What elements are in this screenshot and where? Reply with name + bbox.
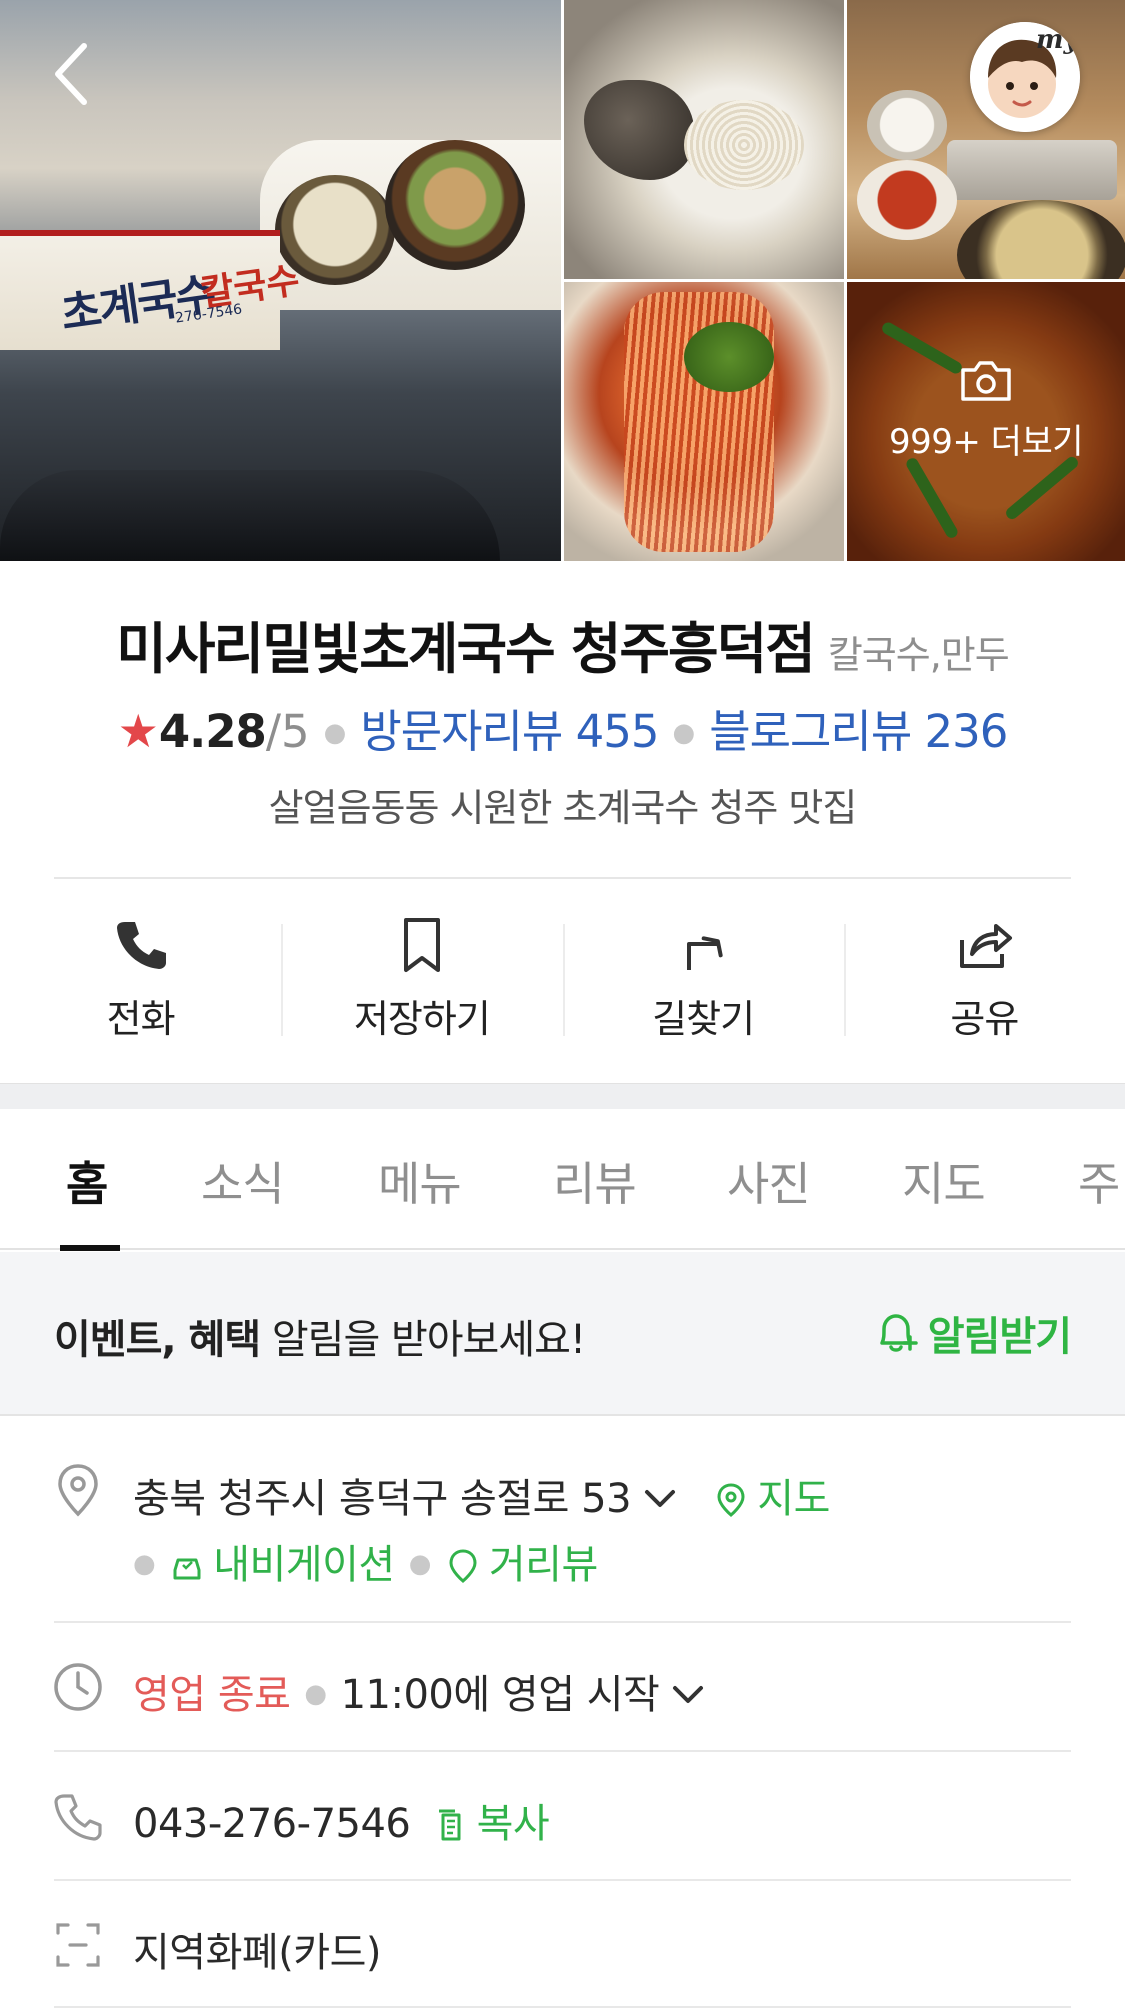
business-status: 영업 종료: [133, 1672, 291, 1718]
opening-time: 11:00에 영업 시작: [340, 1672, 660, 1718]
rice-dish-image: [867, 90, 947, 160]
local-currency-icon: [56, 1923, 100, 1967]
tab-bar: 홈 소식 메뉴 리뷰 사진 지도 주: [0, 1110, 1125, 1250]
rating-score: 4.28: [158, 705, 267, 758]
phone-number[interactable]: 043-276-7546: [133, 1801, 411, 1847]
more-photos-count: 999+: [888, 422, 981, 462]
notice-rest: 알림을 받아보세요!: [260, 1317, 586, 1363]
phone-icon: [116, 922, 166, 969]
copy-label: 복사: [476, 1801, 550, 1847]
my-profile-avatar-icon[interactable]: my: [970, 22, 1080, 132]
copy-button[interactable]: 복사: [433, 1801, 550, 1847]
notice-bold: 이벤트, 혜택: [54, 1317, 261, 1363]
separator-dot: ●: [408, 1549, 432, 1579]
place-name: 미사리밀빛초계국수 청주흥덕점: [116, 617, 816, 681]
greens-image: [684, 322, 774, 392]
photo-gallery: 초계국수 칼국수 276-7546: [0, 0, 1125, 561]
address-text[interactable]: 충북 청주시 흥덕구 송절로 53: [133, 1476, 632, 1522]
call-button[interactable]: 전화: [0, 910, 281, 1050]
separator-dot: ●: [672, 718, 696, 748]
subscribe-alert-button[interactable]: 알림받기: [872, 1304, 1072, 1362]
share-button[interactable]: 공유: [843, 910, 1125, 1050]
more-photos-button[interactable]: 999+ 더보기: [847, 360, 1125, 463]
payment-text: 지역화폐(카드): [133, 1930, 382, 1976]
divider: [54, 1621, 1071, 1623]
star-icon: ★: [117, 704, 159, 758]
tab-menu[interactable]: 메뉴: [378, 1148, 462, 1214]
divider: [54, 877, 1071, 879]
directions-icon: [687, 936, 723, 970]
active-tab-indicator: [60, 1245, 120, 1251]
action-bar: 전화 저장하기 길찾기 공유: [0, 910, 1125, 1050]
divider: [54, 1879, 1071, 1881]
subscribe-label: 알림받기: [927, 1314, 1072, 1360]
place-category: 칼국수,만두: [827, 633, 1010, 677]
navigation-link[interactable]: 내비게이션: [169, 1542, 395, 1588]
street-view-link[interactable]: 거리뷰: [445, 1542, 598, 1588]
kimchi-dish-image: [857, 160, 957, 240]
notification-banner: 이벤트, 혜택 알림을 받아보세요! 알림받기: [0, 1252, 1125, 1416]
separator-dot: ●: [323, 718, 347, 748]
more-photos-label: 더보기: [990, 422, 1084, 462]
bell-plus-icon: [880, 1314, 918, 1352]
directions-button[interactable]: 길찾기: [562, 910, 844, 1050]
share-icon: [960, 924, 1013, 968]
dumpling-tray-image: [947, 140, 1117, 200]
tab-more[interactable]: 주: [1078, 1148, 1120, 1214]
section-gap: [0, 1083, 1125, 1109]
tab-news[interactable]: 소식: [201, 1148, 285, 1214]
noodle-bowl-image: [957, 200, 1125, 279]
street-view-label: 거리뷰: [488, 1542, 598, 1588]
greens-image: [904, 456, 960, 540]
place-description: 살얼음동동 시원한 초계국수 청주 맛집: [268, 786, 858, 830]
phone-outline-icon: [54, 1794, 102, 1841]
separator-dot: ●: [304, 1679, 327, 1709]
separator-dot: ●: [133, 1549, 156, 1579]
banner-bowl-image: [385, 140, 525, 270]
place-header: 미사리밀빛초계국수 청주흥덕점 칼국수,만두: [0, 604, 1125, 684]
chevron-down-icon[interactable]: [669, 1680, 707, 1710]
tab-reviews[interactable]: 리뷰: [553, 1148, 637, 1214]
location-pin-icon: [58, 1464, 98, 1517]
map-link-label: 지도: [757, 1476, 830, 1522]
map-pin-icon: [717, 1483, 745, 1517]
hours-row[interactable]: 영업 종료 ● 11:00에 영업 시작: [133, 1662, 707, 1720]
car-image: [0, 470, 500, 561]
tab-map[interactable]: 지도: [902, 1148, 986, 1214]
tab-photos[interactable]: 사진: [727, 1148, 811, 1214]
action-label: 길찾기: [652, 997, 755, 1041]
food-photo-noodles-clams[interactable]: [564, 0, 844, 279]
divider: [54, 1750, 1071, 1752]
car-icon: [173, 1558, 201, 1580]
navigation-label: 내비게이션: [213, 1542, 395, 1588]
action-label: 공유: [950, 997, 1019, 1041]
greens-image: [1003, 454, 1081, 522]
street-view-pin-icon: [449, 1549, 477, 1583]
bookmark-icon: [403, 918, 440, 972]
rating-row: ★4.28/5 ● 방문자리뷰 455 ● 블로그리뷰 236: [0, 695, 1125, 760]
back-arrow-icon[interactable]: [44, 38, 104, 108]
save-button[interactable]: 저장하기: [281, 910, 562, 1050]
rating-max: /5: [265, 705, 310, 758]
camera-icon: [961, 361, 1011, 401]
blog-reviews-link[interactable]: 블로그리뷰 236: [709, 705, 1008, 758]
tab-home[interactable]: 홈: [66, 1148, 108, 1214]
address-links-row: ● 내비게이션 ● 거리뷰: [133, 1532, 598, 1590]
clock-icon: [54, 1663, 102, 1711]
address-row: 충북 청주시 흥덕구 송절로 53 지도: [133, 1466, 830, 1524]
phone-row: 043-276-7546 복사: [133, 1791, 550, 1849]
food-photo-spicy-noodles[interactable]: [564, 282, 844, 561]
noodle-image: [684, 100, 804, 190]
chevron-down-icon[interactable]: [641, 1484, 679, 1514]
visitor-reviews-link[interactable]: 방문자리뷰 455: [360, 705, 659, 758]
notice-message: 이벤트, 혜택 알림을 받아보세요!: [54, 1307, 586, 1365]
copy-icon: [438, 1809, 461, 1841]
map-link[interactable]: 지도: [713, 1476, 830, 1522]
clam-image: [584, 80, 694, 180]
action-label: 전화: [106, 997, 176, 1041]
action-label: 저장하기: [353, 997, 491, 1041]
